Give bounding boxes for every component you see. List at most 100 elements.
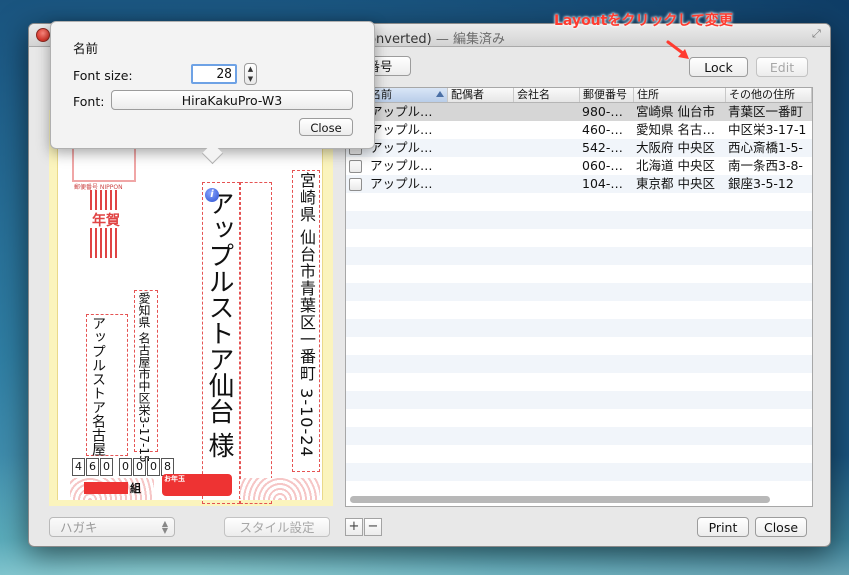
remove-row-button[interactable]: − <box>364 518 382 536</box>
zip-digit: 0 <box>100 458 113 476</box>
nenga-decoration-bottom <box>90 228 118 258</box>
otoshidama-label: お年玉 <box>164 475 185 483</box>
font-popover: 名前 Font size: 28 ▲ ▼ Font: HiraKakuPro-W3… <box>50 21 375 165</box>
cell-zip: 104-… <box>582 176 623 191</box>
zip-digit: 0 <box>133 458 146 476</box>
table-row[interactable]: アップル… 980-… 宮崎県 仙台市 青葉区一番町 <box>346 103 812 121</box>
column-address-header[interactable]: 住所 <box>634 88 726 102</box>
empty-row <box>346 373 812 391</box>
lock-button[interactable]: Lock <box>689 57 748 77</box>
empty-row <box>346 463 812 481</box>
red-arrow-icon <box>666 40 689 59</box>
column-other-address-header[interactable]: その他の住所 <box>726 88 812 102</box>
header-label: 郵便番号 <box>583 88 627 101</box>
font-size-input[interactable]: 28 <box>191 64 237 84</box>
cell-address: 北海道 中央区 <box>636 158 715 173</box>
nenga-label: 年賀 <box>92 213 120 229</box>
font-label: Font: <box>73 94 105 109</box>
edit-button[interactable]: Edit <box>756 57 808 77</box>
zip-gap <box>114 458 118 474</box>
cell-address: 大阪府 中央区 <box>636 140 715 155</box>
zip-digit: 0 <box>147 458 160 476</box>
style-settings-label: スタイル設定 <box>239 520 315 535</box>
nenga-decoration-top <box>90 190 118 210</box>
recipient-name: アップルストア仙台 様 <box>204 190 234 459</box>
empty-row <box>346 265 812 283</box>
table-row[interactable]: アップル… 460-… 愛知県 名古… 中区栄3-17-1 <box>346 121 812 139</box>
cell-zip: 980-… <box>582 104 623 119</box>
cell-name: アップル… <box>370 140 433 155</box>
tutorial-annotation: Layoutをクリックして変更 <box>554 13 733 29</box>
lottery-decoration-right <box>240 478 320 500</box>
cell-name: アップル… <box>370 158 433 173</box>
cell-other-address: 南一条西3-8- <box>728 158 803 173</box>
empty-row <box>346 319 812 337</box>
paper-type-value: ハガキ <box>60 520 98 535</box>
kumi-label: 組 <box>130 482 141 495</box>
minus-icon: − <box>367 519 379 534</box>
updown-arrows-icon: ▲ ▼ <box>161 519 168 535</box>
empty-row <box>346 301 812 319</box>
print-button[interactable]: Print <box>697 517 749 537</box>
recipient-name-guide <box>240 182 272 504</box>
empty-row <box>346 337 812 355</box>
sender-zip-boxes: 4 6 0 0 0 0 8 <box>72 458 175 476</box>
empty-row <box>346 391 812 409</box>
font-picker-button[interactable]: HiraKakuPro-W3 <box>111 90 353 110</box>
popover-title: 名前 <box>73 41 99 56</box>
style-settings-button[interactable]: スタイル設定 <box>224 517 330 537</box>
card-preview-area: 郵便番号 NIPPON 年賀 宮崎県 仙台市青葉区一番町 3-10-24 アップ… <box>49 110 333 506</box>
font-picker-value: HiraKakuPro-W3 <box>181 93 283 108</box>
table-row[interactable]: アップル… 542-… 大阪府 中央区 西心斎橋1-5- <box>346 139 812 157</box>
cell-address: 宮崎県 仙台市 <box>636 104 715 119</box>
table-row[interactable]: アップル… 060-… 北海道 中央区 南一条西3-8- <box>346 157 812 175</box>
sender-name: アップルストア名古屋 <box>90 316 106 456</box>
empty-row <box>346 247 812 265</box>
cell-name: アップル… <box>370 176 433 191</box>
empty-row <box>346 283 812 301</box>
lottery-red-bar <box>84 482 128 494</box>
print-label: Print <box>708 520 738 535</box>
info-icon[interactable]: i <box>205 188 219 202</box>
horizontal-scrollbar[interactable] <box>350 496 770 503</box>
header-label: 会社名 <box>517 88 550 101</box>
cell-other-address: 銀座3-5-12 <box>728 176 794 191</box>
zip-digit: 6 <box>86 458 99 476</box>
column-zip-header[interactable]: 郵便番号 <box>580 88 634 102</box>
zip-digit: 0 <box>119 458 132 476</box>
column-company-header[interactable]: 会社名 <box>514 88 580 102</box>
table-body: アップル… 980-… 宮崎県 仙台市 青葉区一番町 アップル… 460-… 愛… <box>346 103 812 481</box>
close-window-icon[interactable] <box>36 28 50 42</box>
cell-address: 愛知県 名古… <box>636 122 715 137</box>
header-label: 配偶者 <box>451 88 484 101</box>
cell-zip: 542-… <box>582 140 623 155</box>
edited-status: — 編集済み <box>435 32 506 47</box>
row-checkbox[interactable] <box>349 178 362 191</box>
zip-digit: 4 <box>72 458 85 476</box>
row-checkbox[interactable] <box>349 160 362 173</box>
lock-label: Lock <box>704 60 733 75</box>
table-row[interactable]: アップル… 104-… 東京都 中央区 銀座3-5-12 <box>346 175 812 193</box>
paper-type-select[interactable]: ハガキ ▲ ▼ <box>49 517 175 537</box>
fullscreen-icon[interactable]: ⤢ <box>812 28 824 40</box>
empty-row <box>346 229 812 247</box>
close-button[interactable]: Close <box>755 517 807 537</box>
empty-row <box>346 355 812 373</box>
cell-zip: 060-… <box>582 158 623 173</box>
contacts-table[interactable]: 名前 配偶者 会社名 郵便番号 住所 その他の住所 アップル… 980-… 宮崎… <box>345 87 813 507</box>
popover-close-button[interactable]: Close <box>299 118 353 136</box>
empty-row <box>346 409 812 427</box>
header-label: 住所 <box>637 88 659 101</box>
popover-close-label: Close <box>310 121 342 135</box>
add-row-button[interactable]: + <box>345 518 363 536</box>
column-spouse-header[interactable]: 配偶者 <box>448 88 514 102</box>
cell-name: アップル… <box>370 104 433 119</box>
font-size-label: Font size: <box>73 68 133 83</box>
font-size-stepper[interactable]: ▲ ▼ <box>244 63 257 85</box>
header-label: その他の住所 <box>729 88 795 101</box>
table-header: 名前 配偶者 会社名 郵便番号 住所 その他の住所 <box>346 88 812 103</box>
sender-address: 愛知県 名古屋市中区栄3-17-15 <box>137 292 151 463</box>
close-label: Close <box>763 520 799 535</box>
plus-icon: + <box>348 519 360 534</box>
cell-name: アップル… <box>370 122 433 137</box>
